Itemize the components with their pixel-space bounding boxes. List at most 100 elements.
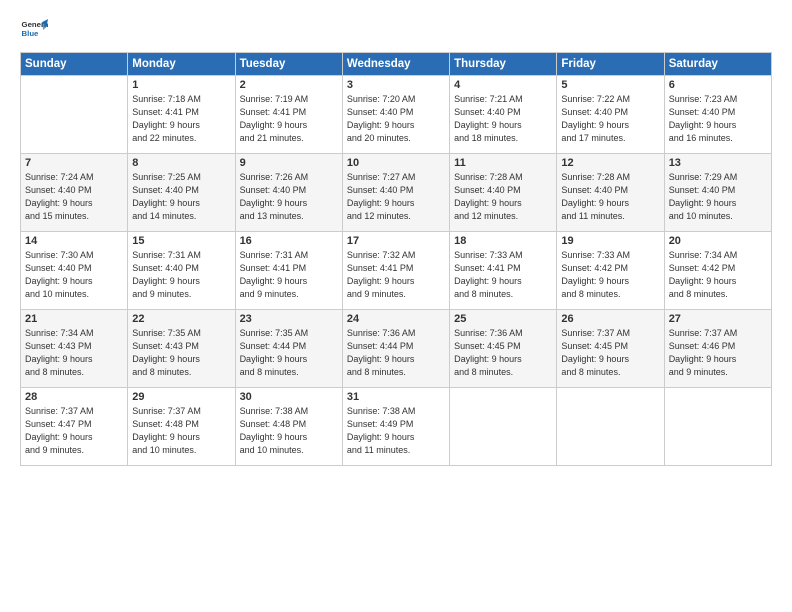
calendar-cell: 11 Sunrise: 7:28 AM Sunset: 4:40 PM Dayli… bbox=[450, 154, 557, 232]
calendar-cell: 28 Sunrise: 7:37 AM Sunset: 4:47 PM Dayli… bbox=[21, 388, 128, 466]
cell-content: Sunrise: 7:21 AM Sunset: 4:40 PM Dayligh… bbox=[454, 93, 552, 145]
calendar-cell: 30 Sunrise: 7:38 AM Sunset: 4:48 PM Dayli… bbox=[235, 388, 342, 466]
calendar-header-thursday: Thursday bbox=[450, 53, 557, 76]
day-number: 2 bbox=[240, 79, 338, 91]
cell-content: Sunrise: 7:24 AM Sunset: 4:40 PM Dayligh… bbox=[25, 171, 123, 223]
calendar-week-5: 28 Sunrise: 7:37 AM Sunset: 4:47 PM Dayli… bbox=[21, 388, 772, 466]
cell-content: Sunrise: 7:26 AM Sunset: 4:40 PM Dayligh… bbox=[240, 171, 338, 223]
day-number: 9 bbox=[240, 157, 338, 169]
calendar-header-tuesday: Tuesday bbox=[235, 53, 342, 76]
cell-content: Sunrise: 7:33 AM Sunset: 4:42 PM Dayligh… bbox=[561, 249, 659, 301]
day-number: 1 bbox=[132, 79, 230, 91]
calendar-cell bbox=[664, 388, 771, 466]
calendar-header-monday: Monday bbox=[128, 53, 235, 76]
cell-content: Sunrise: 7:38 AM Sunset: 4:48 PM Dayligh… bbox=[240, 405, 338, 457]
day-number: 30 bbox=[240, 391, 338, 403]
calendar-cell: 7 Sunrise: 7:24 AM Sunset: 4:40 PM Daylig… bbox=[21, 154, 128, 232]
cell-content: Sunrise: 7:30 AM Sunset: 4:40 PM Dayligh… bbox=[25, 249, 123, 301]
calendar-cell: 15 Sunrise: 7:31 AM Sunset: 4:40 PM Dayli… bbox=[128, 232, 235, 310]
cell-content: Sunrise: 7:27 AM Sunset: 4:40 PM Dayligh… bbox=[347, 171, 445, 223]
day-number: 28 bbox=[25, 391, 123, 403]
calendar-cell: 29 Sunrise: 7:37 AM Sunset: 4:48 PM Dayli… bbox=[128, 388, 235, 466]
calendar-cell: 27Sunrise: 7:37 AM Sunset: 4:46 PM Dayli… bbox=[664, 310, 771, 388]
cell-content: Sunrise: 7:22 AM Sunset: 4:40 PM Dayligh… bbox=[561, 93, 659, 145]
calendar-week-4: 21 Sunrise: 7:34 AM Sunset: 4:43 PM Dayli… bbox=[21, 310, 772, 388]
calendar-header-friday: Friday bbox=[557, 53, 664, 76]
calendar-header-wednesday: Wednesday bbox=[342, 53, 449, 76]
calendar-cell: 26 Sunrise: 7:37 AM Sunset: 4:45 PM Dayli… bbox=[557, 310, 664, 388]
calendar-header-sunday: Sunday bbox=[21, 53, 128, 76]
calendar-cell: 4Sunrise: 7:21 AM Sunset: 4:40 PM Daylig… bbox=[450, 76, 557, 154]
day-number: 23 bbox=[240, 313, 338, 325]
cell-content: Sunrise: 7:33 AM Sunset: 4:41 PM Dayligh… bbox=[454, 249, 552, 301]
day-number: 3 bbox=[347, 79, 445, 91]
day-number: 17 bbox=[347, 235, 445, 247]
calendar-cell: 5 Sunrise: 7:22 AM Sunset: 4:40 PM Daylig… bbox=[557, 76, 664, 154]
cell-content: Sunrise: 7:31 AM Sunset: 4:40 PM Dayligh… bbox=[132, 249, 230, 301]
day-number: 22 bbox=[132, 313, 230, 325]
calendar-cell: 31 Sunrise: 7:38 AM Sunset: 4:49 PM Dayli… bbox=[342, 388, 449, 466]
cell-content: Sunrise: 7:28 AM Sunset: 4:40 PM Dayligh… bbox=[561, 171, 659, 223]
svg-text:Blue: Blue bbox=[22, 29, 40, 38]
cell-content: Sunrise: 7:28 AM Sunset: 4:40 PM Dayligh… bbox=[454, 171, 552, 223]
calendar-cell: 19Sunrise: 7:33 AM Sunset: 4:42 PM Dayli… bbox=[557, 232, 664, 310]
calendar-header-saturday: Saturday bbox=[664, 53, 771, 76]
cell-content: Sunrise: 7:38 AM Sunset: 4:49 PM Dayligh… bbox=[347, 405, 445, 457]
cell-content: Sunrise: 7:35 AM Sunset: 4:44 PM Dayligh… bbox=[240, 327, 338, 379]
calendar-cell: 12 Sunrise: 7:28 AM Sunset: 4:40 PM Dayli… bbox=[557, 154, 664, 232]
cell-content: Sunrise: 7:37 AM Sunset: 4:47 PM Dayligh… bbox=[25, 405, 123, 457]
calendar-cell: 6Sunrise: 7:23 AM Sunset: 4:40 PM Daylig… bbox=[664, 76, 771, 154]
calendar-table: SundayMondayTuesdayWednesdayThursdayFrid… bbox=[20, 52, 772, 466]
cell-content: Sunrise: 7:31 AM Sunset: 4:41 PM Dayligh… bbox=[240, 249, 338, 301]
day-number: 20 bbox=[669, 235, 767, 247]
calendar-cell: 16 Sunrise: 7:31 AM Sunset: 4:41 PM Dayli… bbox=[235, 232, 342, 310]
day-number: 14 bbox=[25, 235, 123, 247]
cell-content: Sunrise: 7:37 AM Sunset: 4:48 PM Dayligh… bbox=[132, 405, 230, 457]
day-number: 5 bbox=[561, 79, 659, 91]
calendar-cell bbox=[21, 76, 128, 154]
day-number: 29 bbox=[132, 391, 230, 403]
cell-content: Sunrise: 7:36 AM Sunset: 4:45 PM Dayligh… bbox=[454, 327, 552, 379]
calendar-cell: 24Sunrise: 7:36 AM Sunset: 4:44 PM Dayli… bbox=[342, 310, 449, 388]
cell-content: Sunrise: 7:37 AM Sunset: 4:45 PM Dayligh… bbox=[561, 327, 659, 379]
calendar-cell: 20 Sunrise: 7:34 AM Sunset: 4:42 PM Dayli… bbox=[664, 232, 771, 310]
calendar-cell: 23 Sunrise: 7:35 AM Sunset: 4:44 PM Dayli… bbox=[235, 310, 342, 388]
day-number: 15 bbox=[132, 235, 230, 247]
day-number: 21 bbox=[25, 313, 123, 325]
header: General Blue bbox=[20, 16, 772, 44]
logo: General Blue bbox=[20, 16, 52, 44]
cell-content: Sunrise: 7:18 AM Sunset: 4:41 PM Dayligh… bbox=[132, 93, 230, 145]
cell-content: Sunrise: 7:36 AM Sunset: 4:44 PM Dayligh… bbox=[347, 327, 445, 379]
cell-content: Sunrise: 7:34 AM Sunset: 4:42 PM Dayligh… bbox=[669, 249, 767, 301]
calendar-cell: 14 Sunrise: 7:30 AM Sunset: 4:40 PM Dayli… bbox=[21, 232, 128, 310]
page-container: General Blue SundayMondayTuesdayWednesda… bbox=[0, 0, 792, 612]
calendar-week-1: 1 Sunrise: 7:18 AM Sunset: 4:41 PM Daylig… bbox=[21, 76, 772, 154]
day-number: 6 bbox=[669, 79, 767, 91]
cell-content: Sunrise: 7:34 AM Sunset: 4:43 PM Dayligh… bbox=[25, 327, 123, 379]
cell-content: Sunrise: 7:19 AM Sunset: 4:41 PM Dayligh… bbox=[240, 93, 338, 145]
day-number: 13 bbox=[669, 157, 767, 169]
calendar-cell: 13 Sunrise: 7:29 AM Sunset: 4:40 PM Dayli… bbox=[664, 154, 771, 232]
calendar-cell: 25Sunrise: 7:36 AM Sunset: 4:45 PM Dayli… bbox=[450, 310, 557, 388]
calendar-cell: 22 Sunrise: 7:35 AM Sunset: 4:43 PM Dayli… bbox=[128, 310, 235, 388]
calendar-header-row: SundayMondayTuesdayWednesdayThursdayFrid… bbox=[21, 53, 772, 76]
cell-content: Sunrise: 7:32 AM Sunset: 4:41 PM Dayligh… bbox=[347, 249, 445, 301]
day-number: 12 bbox=[561, 157, 659, 169]
calendar-cell: 17 Sunrise: 7:32 AM Sunset: 4:41 PM Dayli… bbox=[342, 232, 449, 310]
cell-content: Sunrise: 7:20 AM Sunset: 4:40 PM Dayligh… bbox=[347, 93, 445, 145]
day-number: 26 bbox=[561, 313, 659, 325]
day-number: 18 bbox=[454, 235, 552, 247]
cell-content: Sunrise: 7:25 AM Sunset: 4:40 PM Dayligh… bbox=[132, 171, 230, 223]
day-number: 11 bbox=[454, 157, 552, 169]
calendar-cell: 2 Sunrise: 7:19 AM Sunset: 4:41 PM Daylig… bbox=[235, 76, 342, 154]
calendar-week-2: 7 Sunrise: 7:24 AM Sunset: 4:40 PM Daylig… bbox=[21, 154, 772, 232]
calendar-cell: 1 Sunrise: 7:18 AM Sunset: 4:41 PM Daylig… bbox=[128, 76, 235, 154]
cell-content: Sunrise: 7:35 AM Sunset: 4:43 PM Dayligh… bbox=[132, 327, 230, 379]
calendar-cell: 18 Sunrise: 7:33 AM Sunset: 4:41 PM Dayli… bbox=[450, 232, 557, 310]
logo-icon: General Blue bbox=[20, 16, 48, 44]
cell-content: Sunrise: 7:37 AM Sunset: 4:46 PM Dayligh… bbox=[669, 327, 767, 379]
day-number: 7 bbox=[25, 157, 123, 169]
cell-content: Sunrise: 7:29 AM Sunset: 4:40 PM Dayligh… bbox=[669, 171, 767, 223]
day-number: 31 bbox=[347, 391, 445, 403]
day-number: 16 bbox=[240, 235, 338, 247]
